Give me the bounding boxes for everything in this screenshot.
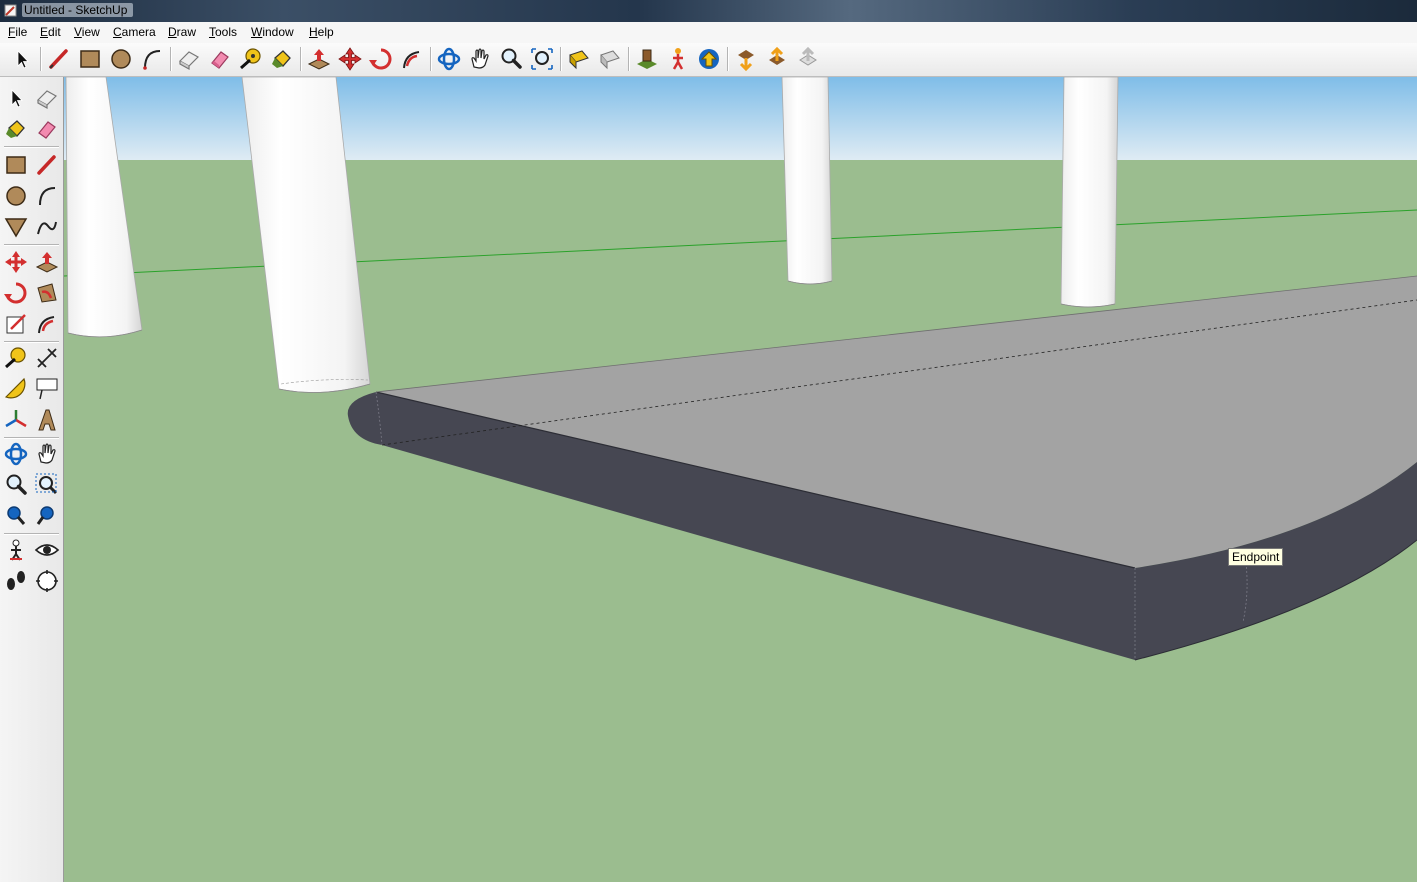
polygon-icon[interactable] — [3, 214, 29, 240]
rectangle-icon[interactable] — [3, 152, 29, 178]
menu-window[interactable]: Window — [251, 25, 294, 39]
arc-icon[interactable] — [34, 183, 60, 209]
walk-icon[interactable] — [3, 568, 29, 594]
endpoint-tooltip: Endpoint — [1228, 548, 1284, 566]
select-icon[interactable] — [3, 85, 29, 111]
previous-view-icon[interactable] — [34, 503, 60, 529]
move-icon[interactable] — [337, 46, 363, 72]
column-middle — [781, 77, 833, 285]
look-around-icon[interactable] — [34, 537, 60, 563]
zoom-extents-icon[interactable] — [3, 503, 29, 529]
share-component-icon[interactable] — [795, 46, 821, 72]
rectangle-icon[interactable] — [77, 46, 103, 72]
eraser-icon[interactable] — [207, 46, 233, 72]
push-pull-icon[interactable] — [34, 249, 60, 275]
next-view-icon[interactable] — [597, 46, 623, 72]
menu-edit[interactable]: Edit — [40, 25, 61, 39]
pan-icon[interactable] — [34, 441, 60, 467]
window-title: Untitled - SketchUp — [22, 3, 134, 17]
drawing-viewport[interactable]: Endpoint — [64, 77, 1417, 882]
rotate-icon[interactable] — [3, 280, 29, 306]
main-toolbar — [0, 43, 1417, 77]
line-icon[interactable] — [46, 46, 72, 72]
offset-icon[interactable] — [34, 311, 60, 337]
select-icon[interactable] — [9, 46, 35, 72]
left-toolbar — [0, 77, 64, 882]
pan-icon[interactable] — [467, 46, 493, 72]
zoom-window-icon[interactable] — [34, 472, 60, 498]
position-camera-icon[interactable] — [634, 46, 660, 72]
scale-icon[interactable] — [3, 311, 29, 337]
protractor-icon[interactable] — [3, 376, 29, 402]
rotate-icon[interactable] — [368, 46, 394, 72]
circle-icon[interactable] — [108, 46, 134, 72]
circle-icon[interactable] — [3, 183, 29, 209]
paint-bucket-icon[interactable] — [269, 46, 295, 72]
tape-measure-icon[interactable] — [3, 345, 29, 371]
zoom-icon[interactable] — [3, 472, 29, 498]
model-scene — [64, 77, 1417, 882]
push-pull-icon[interactable] — [306, 46, 332, 72]
arc-icon[interactable] — [139, 46, 165, 72]
menu-view[interactable]: View — [74, 25, 100, 39]
zoom-icon[interactable] — [498, 46, 524, 72]
follow-me-icon[interactable] — [34, 280, 60, 306]
eraser-icon[interactable] — [34, 116, 60, 142]
menu-tools[interactable]: Tools — [209, 25, 237, 39]
paint-bucket-icon[interactable] — [3, 116, 29, 142]
orbit-icon[interactable] — [3, 441, 29, 467]
menu-bar: File Edit View Camera Draw Tools Window … — [0, 22, 1417, 44]
share-model-icon[interactable] — [764, 46, 790, 72]
3d-text-icon[interactable] — [34, 407, 60, 433]
menu-draw[interactable]: Draw — [168, 25, 196, 39]
get-models-icon[interactable] — [733, 46, 759, 72]
sketchup-app-icon — [4, 4, 17, 17]
follow-me-icon[interactable] — [399, 46, 425, 72]
section-plane-icon[interactable] — [34, 568, 60, 594]
menu-help[interactable]: Help — [309, 25, 334, 39]
look-around-icon[interactable] — [696, 46, 722, 72]
menu-camera[interactable]: Camera — [113, 25, 156, 39]
axes-icon[interactable] — [3, 407, 29, 433]
position-camera-icon[interactable] — [3, 537, 29, 563]
tape-measure-icon[interactable] — [238, 46, 264, 72]
make-component-icon[interactable] — [34, 85, 60, 111]
move-icon[interactable] — [3, 249, 29, 275]
previous-view-icon[interactable] — [566, 46, 592, 72]
walk-icon[interactable] — [665, 46, 691, 72]
text-icon[interactable] — [34, 376, 60, 402]
make-component-icon[interactable] — [176, 46, 202, 72]
orbit-icon[interactable] — [436, 46, 462, 72]
column-right — [1060, 77, 1119, 308]
zoom-extents-icon[interactable] — [529, 46, 555, 72]
menu-file[interactable]: File — [8, 25, 27, 39]
freehand-icon[interactable] — [34, 214, 60, 240]
dimension-icon[interactable] — [34, 345, 60, 371]
title-bar: Untitled - SketchUp — [0, 0, 1417, 22]
line-icon[interactable] — [34, 152, 60, 178]
